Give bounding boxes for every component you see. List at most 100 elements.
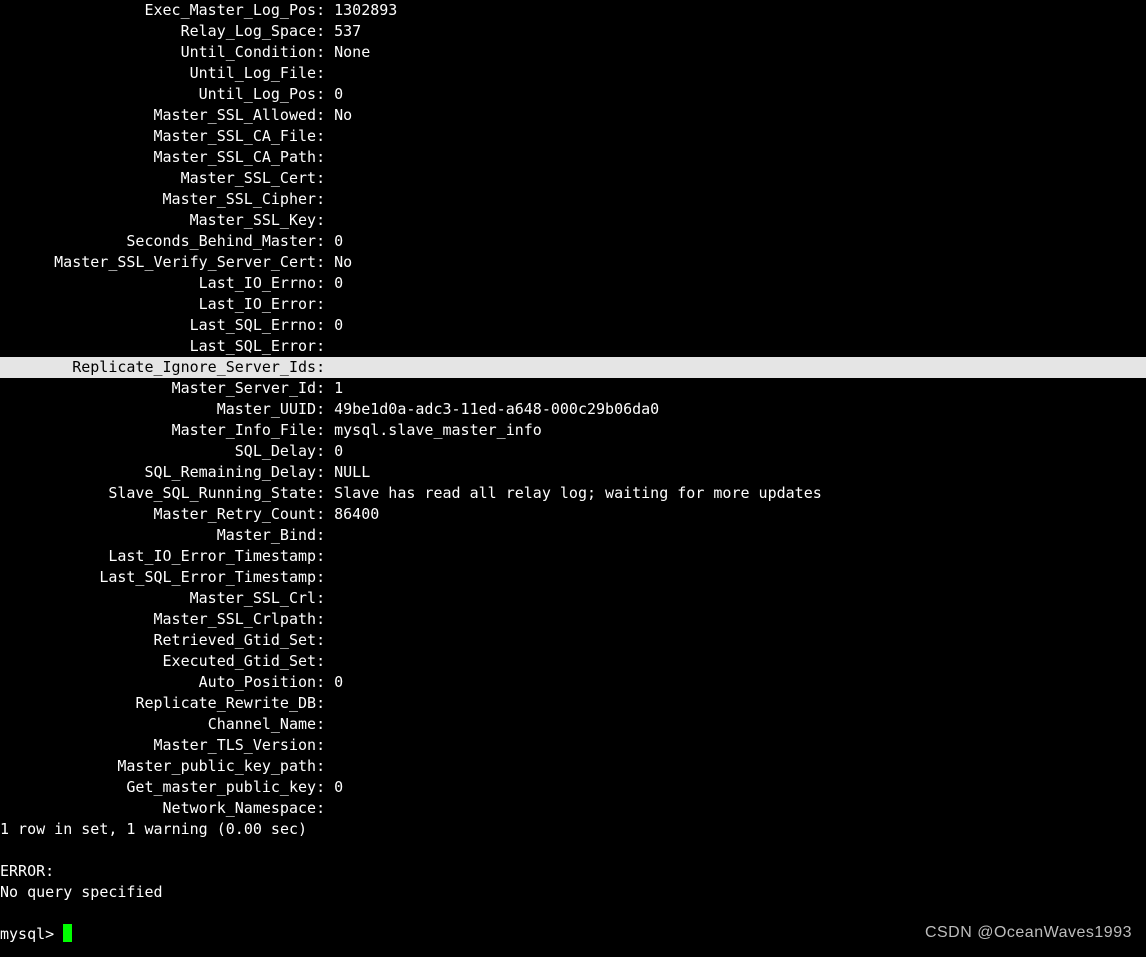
status-row: Master_public_key_path: bbox=[0, 756, 1146, 777]
status-value: No bbox=[334, 252, 352, 273]
status-row: Replicate_Ignore_Server_Ids: bbox=[0, 357, 1146, 378]
status-row: Auto_Position: 0 bbox=[0, 672, 1146, 693]
status-row: Relay_Log_Space: 537 bbox=[0, 21, 1146, 42]
status-key: Master_SSL_Crlpath bbox=[0, 609, 316, 630]
colon-separator: : bbox=[316, 672, 334, 693]
status-row: Master_Retry_Count: 86400 bbox=[0, 504, 1146, 525]
status-value: 0 bbox=[334, 273, 343, 294]
colon-separator: : bbox=[316, 252, 334, 273]
status-key: Last_IO_Error bbox=[0, 294, 316, 315]
status-key: Until_Log_Pos bbox=[0, 84, 316, 105]
colon-separator: : bbox=[316, 777, 334, 798]
colon-separator: : bbox=[316, 189, 334, 210]
status-row: Master_Info_File: mysql.slave_master_inf… bbox=[0, 420, 1146, 441]
colon-separator: : bbox=[316, 147, 334, 168]
status-key: SQL_Remaining_Delay bbox=[0, 462, 316, 483]
status-key: Master_SSL_Allowed bbox=[0, 105, 316, 126]
colon-separator: : bbox=[316, 714, 334, 735]
status-key: Master_SSL_CA_File bbox=[0, 126, 316, 147]
status-value: 537 bbox=[334, 21, 361, 42]
status-key: Get_master_public_key bbox=[0, 777, 316, 798]
status-row: Executed_Gtid_Set: bbox=[0, 651, 1146, 672]
status-row: Network_Namespace: bbox=[0, 798, 1146, 819]
status-row: Channel_Name: bbox=[0, 714, 1146, 735]
status-row: Last_SQL_Error: bbox=[0, 336, 1146, 357]
status-key: Last_IO_Errno bbox=[0, 273, 316, 294]
colon-separator: : bbox=[316, 126, 334, 147]
result-summary: 1 row in set, 1 warning (0.00 sec) bbox=[0, 819, 1146, 840]
status-key: Master_Retry_Count bbox=[0, 504, 316, 525]
status-row: Master_SSL_Allowed: No bbox=[0, 105, 1146, 126]
status-row: Retrieved_Gtid_Set: bbox=[0, 630, 1146, 651]
status-row: Last_IO_Error: bbox=[0, 294, 1146, 315]
status-key: Executed_Gtid_Set bbox=[0, 651, 316, 672]
colon-separator: : bbox=[316, 168, 334, 189]
status-key: Last_SQL_Error bbox=[0, 336, 316, 357]
colon-separator: : bbox=[316, 210, 334, 231]
status-row: SQL_Delay: 0 bbox=[0, 441, 1146, 462]
status-row: Slave_SQL_Running_State: Slave has read … bbox=[0, 483, 1146, 504]
status-value: No bbox=[334, 105, 352, 126]
status-value: Slave has read all relay log; waiting fo… bbox=[334, 483, 822, 504]
status-row: Master_Bind: bbox=[0, 525, 1146, 546]
status-key: Network_Namespace bbox=[0, 798, 316, 819]
colon-separator: : bbox=[316, 546, 334, 567]
status-value: 0 bbox=[334, 777, 343, 798]
colon-separator: : bbox=[316, 21, 334, 42]
colon-separator: : bbox=[316, 693, 334, 714]
status-row: Master_SSL_CA_File: bbox=[0, 126, 1146, 147]
colon-separator: : bbox=[316, 609, 334, 630]
status-key: Master_SSL_CA_Path bbox=[0, 147, 316, 168]
status-key: Master_TLS_Version bbox=[0, 735, 316, 756]
colon-separator: : bbox=[316, 294, 334, 315]
colon-separator: : bbox=[316, 588, 334, 609]
colon-separator: : bbox=[316, 63, 334, 84]
colon-separator: : bbox=[316, 357, 334, 378]
colon-separator: : bbox=[316, 525, 334, 546]
error-message: No query specified bbox=[0, 882, 1146, 903]
status-row: SQL_Remaining_Delay: NULL bbox=[0, 462, 1146, 483]
status-value: 0 bbox=[334, 84, 343, 105]
status-row: Master_Server_Id: 1 bbox=[0, 378, 1146, 399]
status-key: Replicate_Ignore_Server_Ids bbox=[0, 357, 316, 378]
status-key: Last_SQL_Error_Timestamp bbox=[0, 567, 316, 588]
status-value: 0 bbox=[334, 231, 343, 252]
status-row: Get_master_public_key: 0 bbox=[0, 777, 1146, 798]
status-value: None bbox=[334, 42, 370, 63]
status-row: Master_SSL_Cipher: bbox=[0, 189, 1146, 210]
status-key: Channel_Name bbox=[0, 714, 316, 735]
colon-separator: : bbox=[316, 798, 334, 819]
watermark-text: CSDN @OceanWaves1993 bbox=[925, 922, 1132, 943]
status-row: Master_SSL_Key: bbox=[0, 210, 1146, 231]
status-key: Replicate_Rewrite_DB bbox=[0, 693, 316, 714]
status-key: Exec_Master_Log_Pos bbox=[0, 0, 316, 21]
status-key: Seconds_Behind_Master bbox=[0, 231, 316, 252]
colon-separator: : bbox=[316, 630, 334, 651]
status-key: Master_public_key_path bbox=[0, 756, 316, 777]
status-row: Master_SSL_Verify_Server_Cert: No bbox=[0, 252, 1146, 273]
status-key: Until_Log_File bbox=[0, 63, 316, 84]
colon-separator: : bbox=[316, 735, 334, 756]
colon-separator: : bbox=[316, 504, 334, 525]
status-row: Until_Log_File: bbox=[0, 63, 1146, 84]
terminal-output[interactable]: Exec_Master_Log_Pos: 1302893Relay_Log_Sp… bbox=[0, 0, 1146, 945]
status-value: 1 bbox=[334, 378, 343, 399]
status-value: NULL bbox=[334, 462, 370, 483]
status-key: Master_SSL_Verify_Server_Cert bbox=[0, 252, 316, 273]
status-value: 0 bbox=[334, 441, 343, 462]
colon-separator: : bbox=[316, 378, 334, 399]
cursor-icon bbox=[63, 924, 72, 942]
status-row: Master_SSL_Crl: bbox=[0, 588, 1146, 609]
status-key: SQL_Delay bbox=[0, 441, 316, 462]
status-value: 0 bbox=[334, 672, 343, 693]
status-key: Relay_Log_Space bbox=[0, 21, 316, 42]
status-row: Seconds_Behind_Master: 0 bbox=[0, 231, 1146, 252]
status-row: Until_Log_Pos: 0 bbox=[0, 84, 1146, 105]
status-row: Master_SSL_CA_Path: bbox=[0, 147, 1146, 168]
status-key: Master_SSL_Cert bbox=[0, 168, 316, 189]
colon-separator: : bbox=[316, 105, 334, 126]
status-key: Auto_Position bbox=[0, 672, 316, 693]
status-value: mysql.slave_master_info bbox=[334, 420, 542, 441]
colon-separator: : bbox=[316, 420, 334, 441]
status-key: Until_Condition bbox=[0, 42, 316, 63]
